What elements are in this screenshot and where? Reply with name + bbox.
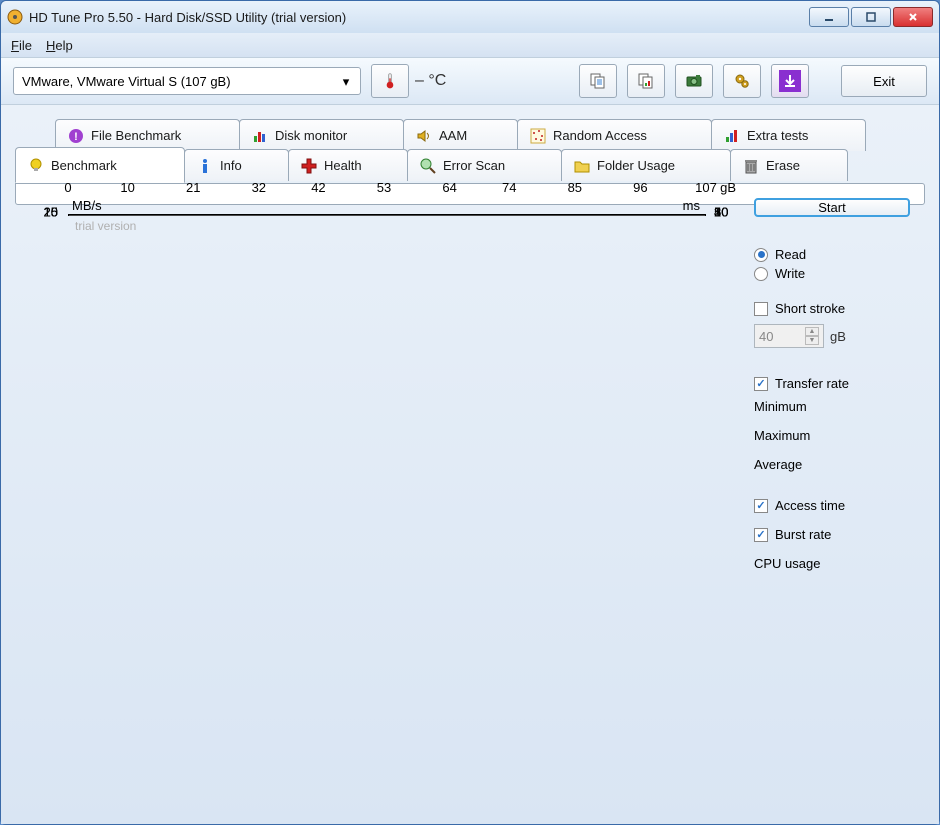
short-stroke-input: 40 ▲▼ bbox=[754, 324, 824, 348]
tab-disk-monitor[interactable]: Disk monitor bbox=[239, 119, 404, 151]
tabs-row-front: Benchmark Info Health Error Scan Folder … bbox=[15, 149, 925, 183]
tab-label: Extra tests bbox=[747, 128, 808, 143]
tab-label: Random Access bbox=[553, 128, 647, 143]
titlebar[interactable]: HD Tune Pro 5.50 - Hard Disk/SSD Utility… bbox=[1, 1, 939, 33]
menu-help[interactable]: Help bbox=[46, 38, 73, 53]
download-arrow-icon bbox=[783, 74, 797, 88]
drive-select[interactable]: VMware, VMware Virtual S (107 gB) ▾ bbox=[13, 67, 361, 95]
temperature-value: – °C bbox=[415, 72, 446, 90]
checkbox-icon bbox=[754, 377, 768, 391]
settings-button[interactable] bbox=[723, 64, 761, 98]
copy-chart-icon bbox=[638, 73, 654, 89]
tab-label: Erase bbox=[766, 158, 800, 173]
short-stroke-value: 40 bbox=[759, 329, 773, 344]
y-left-tick: 25 bbox=[44, 205, 58, 220]
access-time-checkbox[interactable]: Access time bbox=[754, 498, 910, 513]
menubar: File Help bbox=[1, 33, 939, 57]
tab-label: Benchmark bbox=[51, 158, 117, 173]
cross-medical-icon bbox=[301, 158, 317, 174]
tab-health[interactable]: Health bbox=[288, 149, 408, 181]
bars-icon bbox=[252, 128, 268, 144]
checkbox-icon bbox=[754, 499, 768, 513]
window-title: HD Tune Pro 5.50 - Hard Disk/SSD Utility… bbox=[29, 10, 809, 25]
menu-file[interactable]: File bbox=[11, 38, 32, 53]
cpu-usage-label: CPU usage bbox=[754, 556, 910, 571]
camera-icon bbox=[686, 73, 702, 89]
radio-label: Read bbox=[775, 247, 806, 262]
folder-icon bbox=[574, 158, 590, 174]
burst-rate-checkbox[interactable]: Burst rate bbox=[754, 527, 910, 542]
checkbox-label: Access time bbox=[775, 498, 845, 513]
exclamation-icon: ! bbox=[68, 128, 84, 144]
radio-label: Write bbox=[775, 266, 805, 281]
svg-text:!: ! bbox=[74, 131, 78, 143]
copy-text-button[interactable] bbox=[579, 64, 617, 98]
speaker-icon bbox=[416, 128, 432, 144]
gears-icon bbox=[734, 73, 750, 89]
checkbox-icon bbox=[754, 528, 768, 542]
chevron-down-icon: ▾ bbox=[338, 74, 354, 90]
tab-random-access[interactable]: Random Access bbox=[517, 119, 712, 151]
tab-label: Disk monitor bbox=[275, 128, 347, 143]
exit-button[interactable]: Exit bbox=[841, 65, 927, 97]
tab-label: AAM bbox=[439, 128, 467, 143]
magnifier-icon bbox=[420, 158, 436, 174]
tab-folder-usage[interactable]: Folder Usage bbox=[561, 149, 731, 181]
thermometer-icon bbox=[382, 73, 398, 89]
close-button[interactable] bbox=[893, 7, 933, 27]
short-stroke-unit: gB bbox=[830, 329, 846, 344]
short-stroke-checkbox[interactable]: Short stroke bbox=[754, 301, 910, 316]
transfer-rate-checkbox[interactable]: Transfer rate bbox=[754, 376, 910, 391]
info-icon bbox=[197, 158, 213, 174]
tab-erase[interactable]: Erase bbox=[730, 149, 848, 181]
checkbox-icon bbox=[754, 302, 768, 316]
write-radio[interactable]: Write bbox=[754, 266, 910, 281]
tab-label: File Benchmark bbox=[91, 128, 181, 143]
tab-info[interactable]: Info bbox=[184, 149, 289, 181]
tab-label: Health bbox=[324, 158, 362, 173]
radio-icon bbox=[754, 248, 768, 262]
toolbar: VMware, VMware Virtual S (107 gB) ▾ – °C… bbox=[1, 57, 939, 105]
average-label: Average bbox=[754, 457, 910, 472]
minimize-button[interactable] bbox=[809, 7, 849, 27]
dots-icon bbox=[530, 128, 546, 144]
chart-watermark: trial version bbox=[75, 219, 136, 233]
copy-text-icon bbox=[590, 73, 606, 89]
tab-aam[interactable]: AAM bbox=[403, 119, 518, 151]
checkbox-label: Burst rate bbox=[775, 527, 831, 542]
tab-error-scan[interactable]: Error Scan bbox=[407, 149, 562, 181]
benchmark-panel: MB/s ms 510152025 1020304050 trial versi… bbox=[15, 183, 925, 205]
temperature-button[interactable] bbox=[371, 64, 409, 98]
tab-label: Error Scan bbox=[443, 158, 505, 173]
bars2-icon bbox=[724, 128, 740, 144]
radio-icon bbox=[754, 267, 768, 281]
y-right-tick: 50 bbox=[714, 205, 728, 220]
save-button[interactable] bbox=[771, 64, 809, 98]
read-radio[interactable]: Read bbox=[754, 247, 910, 262]
maximum-label: Maximum bbox=[754, 428, 910, 443]
maximize-button[interactable] bbox=[851, 7, 891, 27]
chart-plot-area: trial version bbox=[68, 214, 706, 216]
spinner-buttons: ▲▼ bbox=[805, 327, 819, 345]
bulb-icon bbox=[28, 157, 44, 173]
app-icon bbox=[7, 9, 23, 25]
screenshot-button[interactable] bbox=[675, 64, 713, 98]
tab-label: Folder Usage bbox=[597, 158, 675, 173]
tab-label: Info bbox=[220, 158, 242, 173]
chart: MB/s ms 510152025 1020304050 trial versi… bbox=[30, 198, 740, 208]
trash-icon bbox=[743, 158, 759, 174]
start-button[interactable]: Start bbox=[754, 198, 910, 217]
tab-benchmark[interactable]: Benchmark bbox=[15, 147, 185, 183]
drive-select-value: VMware, VMware Virtual S (107 gB) bbox=[22, 74, 231, 89]
tab-extra-tests[interactable]: Extra tests bbox=[711, 119, 866, 151]
checkbox-label: Short stroke bbox=[775, 301, 845, 316]
copy-chart-button[interactable] bbox=[627, 64, 665, 98]
minimum-label: Minimum bbox=[754, 399, 910, 414]
checkbox-label: Transfer rate bbox=[775, 376, 849, 391]
